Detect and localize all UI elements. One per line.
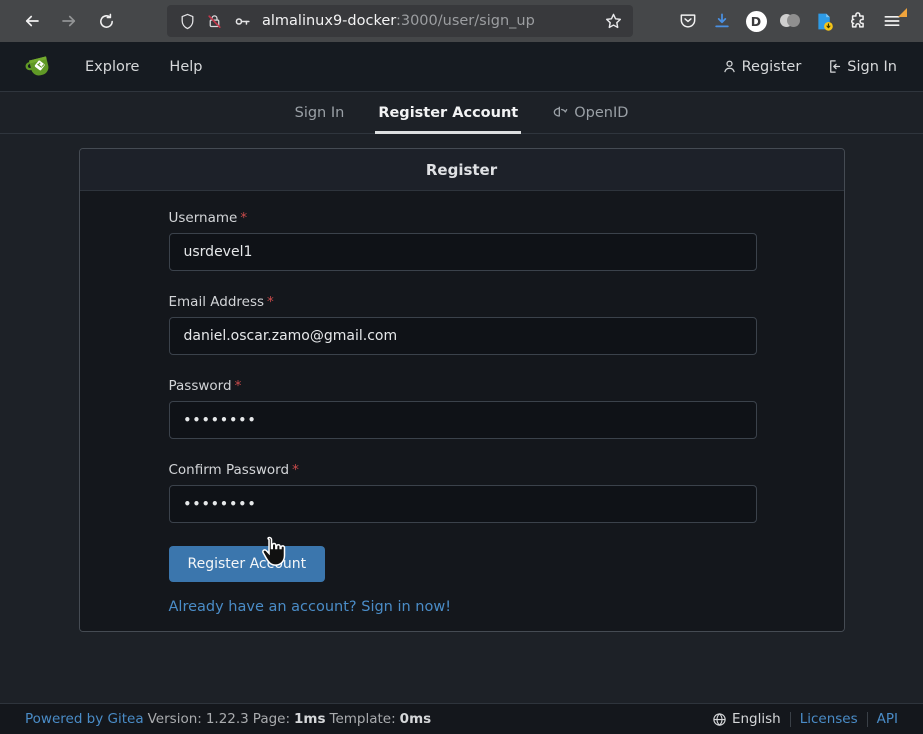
email-label: Email Address* [169,294,755,310]
url-bar[interactable]: almalinux9-docker:3000/user/sign_up [167,5,633,37]
page-label: Page: [253,711,290,727]
url-text: almalinux9-docker:3000/user/sign_up [262,13,604,29]
tab-sign-in[interactable]: Sign In [292,92,348,133]
nav-explore[interactable]: Explore [85,59,139,75]
licenses-link[interactable]: Licenses [800,711,858,727]
password-field-group: Password* [169,378,755,439]
confirm-password-label: Confirm Password* [169,462,755,478]
shield-icon[interactable] [179,13,196,30]
extensions-button[interactable] [841,5,875,37]
auth-tabbar: Sign In Register Account OpenID [0,92,923,134]
auth-tabs: Sign In Register Account OpenID [278,92,646,133]
containers-icon [779,11,801,31]
username-label-text: Username [169,210,238,226]
register-card: Register Username* Email Address* Passwo… [79,148,845,632]
downloads-button[interactable] [705,5,739,37]
gitea-logo[interactable] [24,51,55,82]
tab-sign-in-label: Sign In [295,105,345,121]
required-marker: * [267,294,274,310]
username-field-group: Username* [169,210,755,271]
globe-icon [712,712,727,727]
password-label-text: Password [169,378,232,394]
nav-help[interactable]: Help [169,59,202,75]
reload-icon [98,13,115,30]
sign-in-icon [827,59,842,74]
duckduckgo-icon: D [746,11,767,32]
forward-icon [60,12,78,30]
footer-left: Powered by Gitea Version: 1.22.3 Page: 1… [25,711,712,727]
email-label-text: Email Address [169,294,265,310]
username-label: Username* [169,210,755,226]
register-form: Username* Email Address* Password* Confi… [80,191,844,631]
extension-toolbar: D [671,5,909,37]
tab-openid[interactable]: OpenID [549,92,631,133]
url-host: almalinux9-docker [262,13,396,29]
nav-register-label: Register [742,59,802,75]
page-time: 1ms [294,711,326,727]
register-account-button[interactable]: Register Account [169,546,326,582]
openid-icon [552,105,568,121]
back-icon [23,12,41,30]
email-input[interactable] [169,317,757,355]
tab-openid-label: OpenID [574,105,628,121]
pocket-button[interactable] [671,5,705,37]
download-icon [712,11,732,31]
key-icon[interactable] [233,12,252,31]
required-marker: * [235,378,242,394]
page-footer: Powered by Gitea Version: 1.22.3 Page: 1… [0,703,923,734]
api-link[interactable]: API [877,711,898,727]
update-badge [898,8,907,17]
tab-register-account[interactable]: Register Account [375,92,521,133]
sign-in-now-link[interactable]: Already have an account? Sign in now! [169,599,452,615]
footer-divider [790,712,791,727]
footer-right: English Licenses API [712,711,898,727]
tab-register-account-label: Register Account [378,105,518,121]
version-label: Version: [148,711,202,727]
confirm-password-field-group: Confirm Password* [169,462,755,523]
footer-divider [867,712,868,727]
required-marker: * [240,210,247,226]
powered-by-gitea-link[interactable]: Powered by Gitea [25,711,144,727]
template-label: Template: [330,711,396,727]
menu-button[interactable] [875,5,909,37]
template-time: 0ms [400,711,432,727]
nav-sign-in-label: Sign In [847,59,897,75]
reload-button[interactable] [91,6,121,36]
password-input[interactable] [169,401,757,439]
page-saver-button[interactable] [807,5,841,37]
bookmark-star-icon[interactable] [604,12,623,31]
person-icon [722,59,737,74]
page-saver-icon [814,11,835,32]
nav-sign-in[interactable]: Sign In [827,59,897,75]
email-field-group: Email Address* [169,294,755,355]
back-button[interactable] [17,6,47,36]
pocket-icon [678,11,698,31]
forward-button[interactable] [54,6,84,36]
containers-button[interactable] [773,5,807,37]
url-path: :3000/user/sign_up [396,13,535,29]
language-label: English [732,711,781,727]
puzzle-icon [848,11,868,31]
insecure-lock-icon[interactable] [206,13,223,30]
site-navbar: Explore Help Register Sign In [0,42,923,92]
card-title: Register [80,149,844,191]
version-value: 1.22.3 [206,711,249,727]
confirm-password-input[interactable] [169,485,757,523]
required-marker: * [292,462,299,478]
password-label: Password* [169,378,755,394]
username-input[interactable] [169,233,757,271]
browser-toolbar: almalinux9-docker:3000/user/sign_up D [0,0,923,42]
duckduckgo-button[interactable]: D [739,5,773,37]
nav-right: Register Sign In [722,59,897,75]
language-selector[interactable]: English [712,711,781,727]
main-content: Register Username* Email Address* Passwo… [0,134,923,703]
confirm-password-label-text: Confirm Password [169,462,290,478]
nav-register[interactable]: Register [722,59,802,75]
